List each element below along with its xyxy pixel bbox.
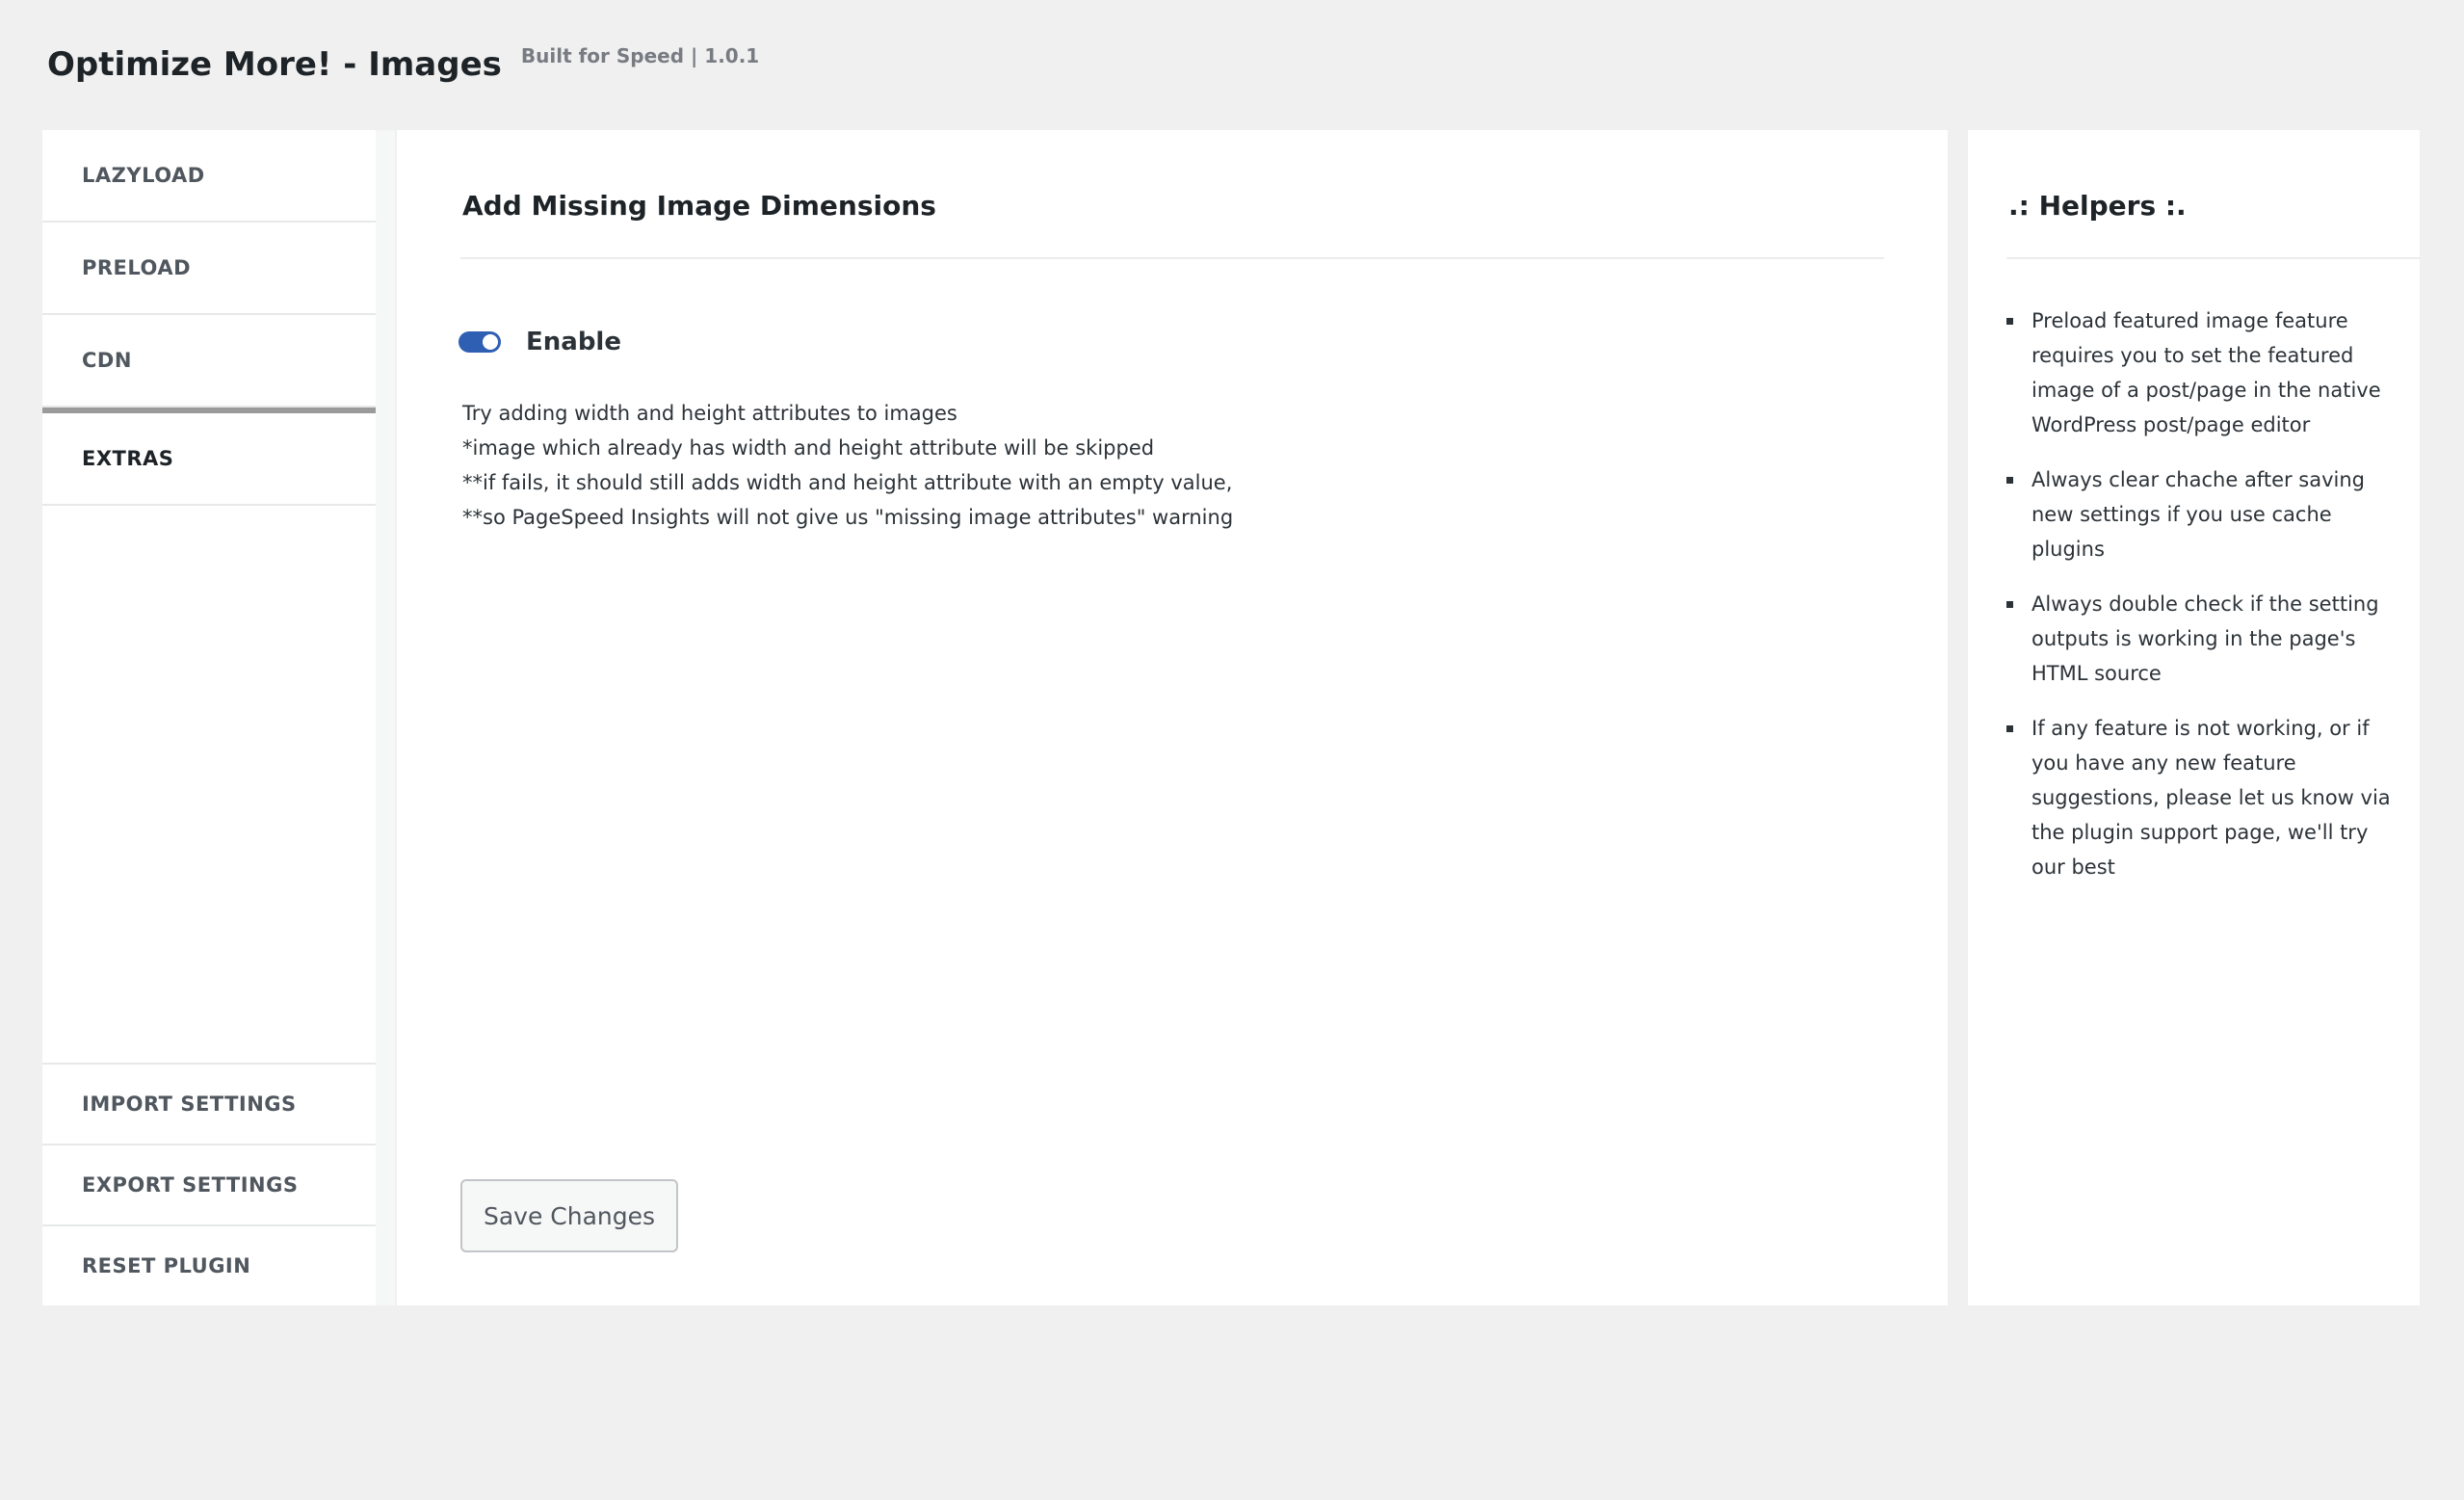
sidebar-nav: LAZYLOAD PRELOAD CDN EXTRAS IMPORT SETTI… xyxy=(42,130,395,1305)
section-divider xyxy=(460,257,1884,259)
sidebar-item-cdn[interactable]: CDN xyxy=(42,315,376,408)
settings-panel: Add Missing Image Dimensions Enable Try … xyxy=(397,130,1948,1305)
helper-text: Preload featured image feature requires … xyxy=(2031,309,2381,436)
section-title: Add Missing Image Dimensions xyxy=(462,190,936,222)
helper-text: Always clear chache after saving new set… xyxy=(2031,468,2366,561)
import-settings-button[interactable]: IMPORT SETTINGS xyxy=(42,1063,376,1144)
reset-plugin-button[interactable]: RESET PLUGIN xyxy=(42,1224,376,1305)
bullet-icon xyxy=(2006,725,2013,732)
list-item: Always clear chache after saving new set… xyxy=(2006,462,2392,566)
list-item: Preload featured image feature requires … xyxy=(2006,303,2392,442)
export-settings-button[interactable]: EXPORT SETTINGS xyxy=(42,1144,376,1224)
description-line: **if fails, it should still adds width a… xyxy=(462,471,1233,494)
toggle-knob xyxy=(483,334,498,350)
helper-text: Always double check if the setting outpu… xyxy=(2031,592,2379,685)
enable-toggle[interactable] xyxy=(459,331,501,353)
bullet-icon xyxy=(2006,601,2013,608)
description-line: **so PageSpeed Insights will not give us… xyxy=(462,506,1234,529)
helper-text: If any feature is not working, or if you… xyxy=(2031,717,2391,879)
description-line: Try adding width and height attributes t… xyxy=(462,402,957,425)
helpers-divider xyxy=(2006,257,2421,259)
page-title: Optimize More! - Images xyxy=(47,45,502,84)
sidebar-item-lazyload[interactable]: LAZYLOAD xyxy=(42,130,376,223)
feature-description: Try adding width and height attributes t… xyxy=(462,396,1233,535)
helpers-list: Preload featured image feature requires … xyxy=(2006,303,2392,905)
bullet-icon xyxy=(2006,318,2013,325)
description-line: *image which already has width and heigh… xyxy=(462,436,1155,460)
helpers-panel: .: Helpers :. Preload featured image fea… xyxy=(1968,130,2421,1305)
bullet-icon xyxy=(2006,477,2013,484)
enable-label: Enable xyxy=(526,328,621,356)
sidebar-bottom-actions: IMPORT SETTINGS EXPORT SETTINGS RESET PL… xyxy=(42,1063,376,1305)
sidebar-item-extras[interactable]: EXTRAS xyxy=(42,408,376,506)
sidebar-item-preload[interactable]: PRELOAD xyxy=(42,223,376,315)
page-header: Optimize More! - Images Built for Speed … xyxy=(47,39,759,91)
enable-toggle-row: Enable xyxy=(459,328,621,356)
list-item: Always double check if the setting outpu… xyxy=(2006,587,2392,691)
version-label: Built for Speed | 1.0.1 xyxy=(520,44,760,67)
helpers-title: .: Helpers :. xyxy=(2008,190,2187,222)
list-item: If any feature is not working, or if you… xyxy=(2006,711,2392,884)
save-button[interactable]: Save Changes xyxy=(460,1179,678,1252)
